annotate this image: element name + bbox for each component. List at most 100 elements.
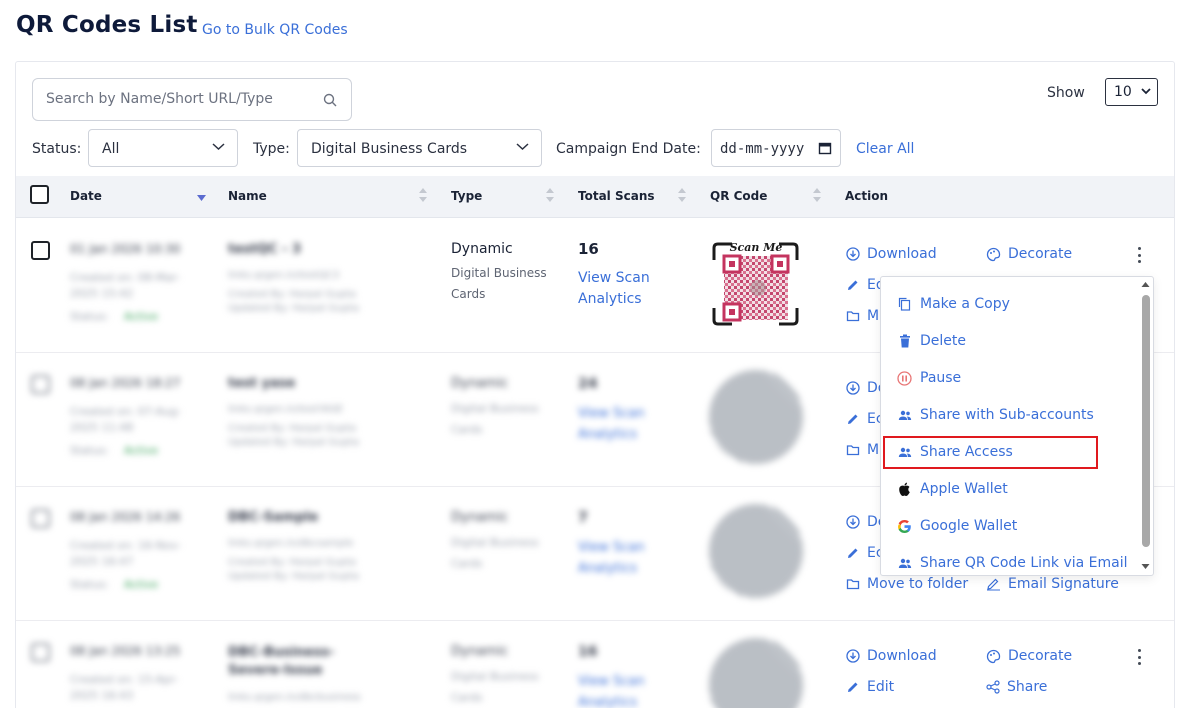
view-scan-analytics-link[interactable]: View Scan Analytics — [578, 268, 678, 310]
status-filter-select[interactable]: All — [88, 129, 238, 167]
campaign-end-date-input[interactable]: dd-mm-yyyy — [711, 129, 841, 167]
share-button[interactable]: Share — [986, 679, 1047, 695]
sort-icon[interactable] — [546, 187, 554, 203]
column-header-total-scans[interactable]: Total Scans — [578, 189, 655, 203]
page-size-value: 10 — [1114, 84, 1132, 100]
row-updated-by: Updated By: Harpal Gupta — [228, 437, 360, 448]
search-box[interactable] — [32, 78, 352, 121]
row-type: Dynamic — [451, 644, 509, 659]
share-access-highlight-box — [883, 436, 1098, 469]
edit-button[interactable]: Edit — [846, 679, 894, 695]
select-all-checkbox[interactable] — [30, 185, 49, 204]
row-created: Created on: 07-Aug-2025 11:48 — [70, 405, 182, 434]
users-icon — [898, 410, 911, 420]
edit-button[interactable]: Ec — [846, 411, 884, 427]
row-type: Dynamic — [451, 510, 509, 525]
scroll-up-arrow-icon[interactable] — [1141, 281, 1150, 288]
move-to-folder-button[interactable]: Move to folder — [846, 576, 968, 592]
download-icon — [846, 515, 860, 529]
bulk-qr-codes-link[interactable]: Go to Bulk QR Codes — [202, 22, 348, 38]
row-created-by: Created By: Harpal Gupta — [228, 289, 357, 300]
row-total-scans: 16 — [578, 644, 598, 660]
share-icon — [986, 680, 1000, 694]
type-filter-value: Digital Business Cards — [311, 141, 468, 157]
column-header-date[interactable]: Date — [70, 189, 102, 203]
sort-icon[interactable] — [678, 187, 686, 203]
qr-code-image[interactable] — [709, 504, 803, 598]
column-header-qr-code[interactable]: QR Code — [710, 189, 767, 203]
qr-code-image[interactable]: Scan Me — [710, 238, 801, 330]
page-size-select[interactable]: 10 — [1105, 78, 1158, 106]
qr-code-image[interactable] — [709, 370, 803, 464]
row-type-sub: Digital Business Cards — [451, 266, 547, 301]
row-updated-by: Updated By: Harpal Gupta — [228, 303, 360, 314]
apple-icon — [899, 482, 910, 496]
menu-item-share-with-sub-accounts[interactable]: Share with Sub-accounts — [897, 407, 1094, 423]
column-header-type[interactable]: Type — [451, 189, 482, 203]
search-input[interactable] — [46, 91, 306, 107]
row-total-scans: 24 — [578, 376, 598, 392]
edit-button[interactable]: Ec — [846, 545, 884, 561]
more-options-icon[interactable] — [1136, 247, 1142, 263]
row-short-url: links.qrgen.in/dbcsample — [228, 538, 354, 549]
type-filter-select[interactable]: Digital Business Cards — [297, 129, 542, 167]
pencil-icon — [848, 414, 858, 424]
view-scan-analytics-link[interactable]: View Scan Analytics — [578, 671, 673, 708]
google-icon — [898, 519, 911, 533]
sort-desc-icon[interactable] — [197, 195, 206, 202]
row-name: DBC-Sample — [228, 510, 319, 525]
menu-item-label: Pause — [920, 370, 962, 386]
folder-icon — [846, 579, 860, 590]
row-type-sub: Digital Business Cards — [451, 536, 539, 570]
row-checkbox[interactable] — [31, 375, 50, 394]
pause-icon — [897, 370, 912, 386]
row-status: Active — [124, 444, 159, 457]
menu-item-make-a-copy[interactable]: Make a Copy — [897, 296, 1010, 312]
menu-item-label: Make a Copy — [920, 296, 1010, 312]
move-to-folder-button[interactable]: Mi — [846, 442, 883, 458]
decorate-button[interactable]: Decorate — [986, 648, 1072, 664]
row-updated-by: Updated By: Harpal Gupta — [228, 571, 360, 582]
menu-item-pause[interactable]: Pause — [897, 370, 961, 386]
column-header-name[interactable]: Name — [228, 189, 267, 203]
download-button[interactable]: Download — [846, 246, 937, 262]
row-checkbox[interactable] — [31, 643, 50, 662]
email-signature-button[interactable]: Email Signature — [986, 576, 1119, 592]
view-scan-analytics-link[interactable]: View Scan Analytics — [578, 403, 673, 445]
chevron-down-icon — [212, 143, 225, 151]
clear-all-link[interactable]: Clear All — [856, 141, 914, 157]
type-filter-label: Type: — [253, 141, 290, 157]
menu-scrollbar-thumb[interactable] — [1142, 295, 1150, 547]
sort-icon[interactable] — [813, 187, 821, 203]
row-type: Dynamic — [451, 241, 513, 257]
trash-icon — [899, 334, 910, 348]
row-created-by: Created By: Harpal Gupta — [228, 423, 357, 434]
row-type: Dynamic — [451, 376, 509, 391]
copy-icon — [898, 297, 911, 311]
menu-item-delete[interactable]: Delete — [897, 333, 966, 349]
sort-icon[interactable] — [419, 187, 427, 203]
folder-icon — [846, 445, 860, 456]
edit-button[interactable]: Ed — [846, 277, 885, 293]
menu-item-share-qr-link-via-email[interactable]: Share QR Code Link via Email — [897, 555, 1128, 571]
row-total-scans: 16 — [578, 240, 599, 258]
row-date: 08 Jan 2026 18:27 — [70, 376, 181, 390]
search-icon[interactable] — [323, 93, 337, 107]
row-checkbox[interactable] — [31, 241, 50, 260]
menu-item-google-wallet[interactable]: Google Wallet — [897, 518, 1017, 534]
menu-item-label: Apple Wallet — [920, 481, 1008, 497]
show-label: Show — [1047, 85, 1085, 101]
download-button[interactable]: Download — [846, 648, 937, 664]
row-status-label: Status: — [70, 444, 109, 457]
move-label: M — [867, 308, 880, 324]
users-icon — [898, 558, 911, 568]
scroll-down-arrow-icon[interactable] — [1141, 563, 1150, 570]
email-signature-label: Email Signature — [1008, 576, 1119, 592]
decorate-button[interactable]: Decorate — [986, 246, 1072, 262]
menu-item-apple-wallet[interactable]: Apple Wallet — [897, 481, 1008, 497]
move-to-folder-button[interactable]: M — [846, 308, 879, 324]
more-options-icon[interactable] — [1136, 649, 1142, 665]
calendar-icon[interactable] — [818, 141, 832, 155]
view-scan-analytics-link[interactable]: View Scan Analytics — [578, 537, 673, 579]
row-checkbox[interactable] — [31, 509, 50, 528]
